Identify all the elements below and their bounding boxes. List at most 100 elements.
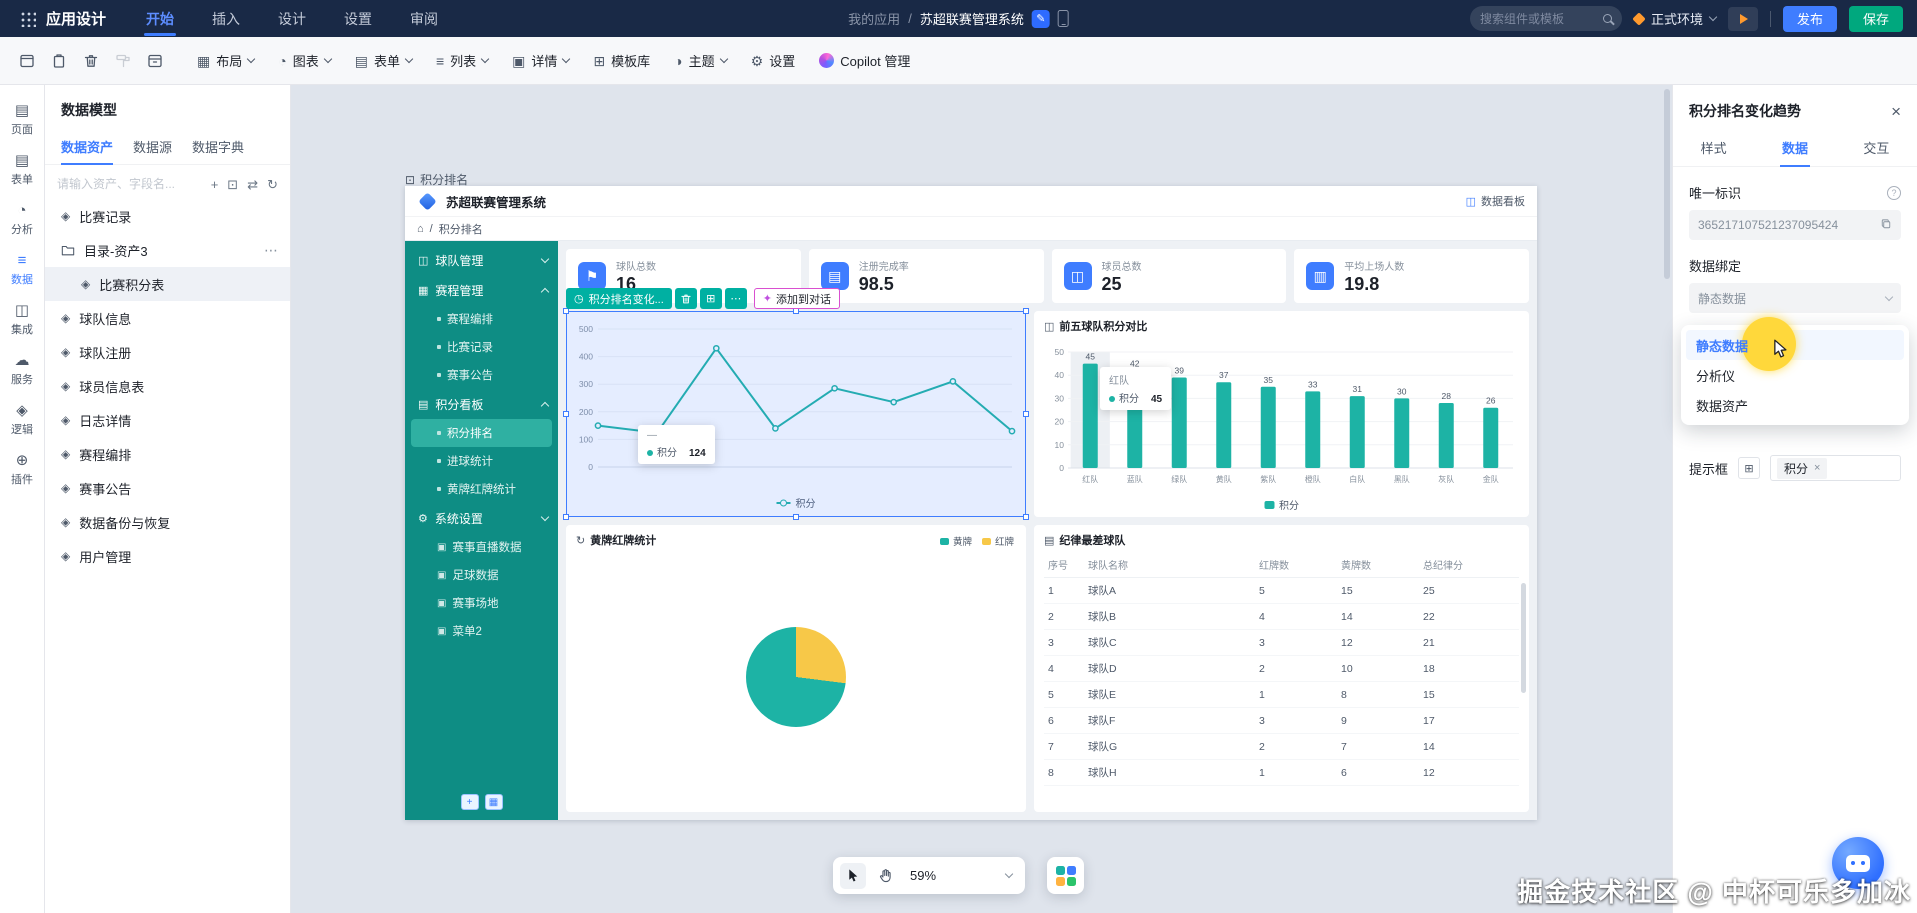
environment-selector[interactable]: 正式环境 bbox=[1634, 9, 1716, 28]
toolbar-group[interactable]: ◑主题 bbox=[663, 45, 737, 77]
resize-handle[interactable] bbox=[1023, 514, 1029, 520]
rail-item[interactable]: ▤表单 bbox=[0, 145, 44, 195]
table-row[interactable]: 3球队C31221 bbox=[1044, 630, 1519, 656]
canvas-scrollbar[interactable] bbox=[1664, 89, 1670, 279]
rail-item[interactable]: ◫集成 bbox=[0, 295, 44, 345]
pan-tool-button[interactable] bbox=[872, 863, 898, 889]
edit-app-icon[interactable]: ✎ bbox=[1032, 10, 1050, 28]
rail-item[interactable]: ⊕插件 bbox=[0, 445, 44, 495]
collection-icon[interactable]: ⊡ bbox=[227, 178, 238, 191]
my-apps-link[interactable]: 我的应用 bbox=[848, 9, 900, 28]
widget-title-pill[interactable]: ◷ 积分排名变化... bbox=[566, 288, 672, 309]
toolbar-group[interactable]: ⚙设置 bbox=[740, 45, 807, 77]
toolbar-group[interactable]: ▤表单 bbox=[344, 45, 423, 77]
table-widget[interactable]: ▤ 纪律最差球队 序号球队名称红牌数黄牌数总纪律分1球队A515252球队B41… bbox=[1034, 525, 1529, 812]
layout-toggle-button[interactable]: ▦ bbox=[485, 794, 503, 810]
add-to-chat-button[interactable]: ✦ 添加到对话 bbox=[754, 288, 840, 309]
line-chart-widget[interactable]: 0100200300400500 积分 — 积分124 bbox=[566, 311, 1026, 517]
table-row[interactable]: 1球队A51525 bbox=[1044, 578, 1519, 604]
add-icon[interactable]: + bbox=[211, 178, 219, 191]
add-page-button[interactable]: + bbox=[461, 794, 479, 810]
table-row[interactable]: 8球队H1612 bbox=[1044, 760, 1519, 786]
table-row[interactable]: 2球队B41422 bbox=[1044, 604, 1519, 630]
new-window-icon[interactable] bbox=[12, 46, 42, 76]
dash-sidebar-subitem[interactable]: ▣足球数据 bbox=[405, 561, 558, 589]
rail-item[interactable]: ≡数据 bbox=[0, 245, 44, 295]
toolbar-group[interactable]: ▦布局 bbox=[186, 45, 265, 77]
tree-item[interactable]: ◈赛程编排 bbox=[45, 437, 290, 471]
resize-handle[interactable] bbox=[563, 411, 569, 417]
home-icon[interactable]: ⌂ bbox=[417, 223, 424, 235]
save-button[interactable]: 保存 bbox=[1849, 6, 1903, 32]
unique-id-input[interactable] bbox=[1698, 218, 1874, 232]
tree-item[interactable]: ◈球队注册 bbox=[45, 335, 290, 369]
tree-item[interactable]: ◈比赛记录 bbox=[45, 199, 290, 233]
binding-select[interactable]: 静态数据 bbox=[1689, 283, 1901, 313]
widget-more-button[interactable]: ⋯ bbox=[725, 288, 747, 309]
more-icon[interactable]: ⋯ bbox=[264, 242, 278, 259]
bar-chart-legend[interactable]: 积分 bbox=[1264, 497, 1299, 512]
remove-tag-icon[interactable]: × bbox=[1814, 462, 1820, 474]
paste-icon[interactable] bbox=[44, 46, 74, 76]
table-row[interactable]: 4球队D21018 bbox=[1044, 656, 1519, 682]
refresh-icon[interactable]: ↻ bbox=[267, 178, 278, 191]
tree-item[interactable]: 目录-资产3⋯ bbox=[45, 233, 290, 267]
widget-block-button[interactable]: ⊞ bbox=[700, 288, 722, 309]
apps-grid-icon[interactable] bbox=[20, 11, 36, 27]
topbar-menu[interactable]: 设置 bbox=[342, 1, 374, 37]
tree-item[interactable]: ◈球员信息表 bbox=[45, 369, 290, 403]
dash-sidebar-subitem[interactable]: 黄牌红牌统计 bbox=[405, 475, 558, 503]
tree-item[interactable]: ◈球队信息 bbox=[45, 301, 290, 335]
topbar-menu[interactable]: 设计 bbox=[276, 1, 308, 37]
dash-sidebar-subitem[interactable]: ▣菜单2 bbox=[405, 617, 558, 645]
toolbar-group[interactable]: ⊞模板库 bbox=[582, 45, 661, 77]
select-tool-button[interactable] bbox=[840, 863, 866, 889]
left-panel-tab[interactable]: 数据源 bbox=[133, 129, 172, 164]
left-panel-tab[interactable]: 数据字典 bbox=[192, 129, 244, 164]
tree-item[interactable]: ◈赛事公告 bbox=[45, 471, 290, 505]
toolbar-group[interactable]: Copilot 管理 bbox=[808, 45, 921, 77]
left-panel-tab[interactable]: 数据资产 bbox=[61, 129, 113, 164]
dash-sidebar-item[interactable]: ▦赛程管理 bbox=[405, 275, 558, 305]
topbar-menu[interactable]: 审阅 bbox=[408, 1, 440, 37]
asset-search-input[interactable] bbox=[57, 177, 202, 191]
dash-sidebar-subitem[interactable]: 进球统计 bbox=[405, 447, 558, 475]
data-kanban-link[interactable]: ◫ 数据看板 bbox=[1466, 193, 1525, 209]
resize-handle[interactable] bbox=[1023, 308, 1029, 314]
dash-sidebar-item[interactable]: ◫球队管理 bbox=[405, 245, 558, 275]
delete-widget-button[interactable] bbox=[675, 288, 697, 309]
topbar-menu[interactable]: 开始 bbox=[144, 1, 176, 37]
archive-icon[interactable] bbox=[140, 46, 170, 76]
tree-item[interactable]: ◈日志详情 bbox=[45, 403, 290, 437]
bar-chart-widget[interactable]: ◫ 前五球队积分对比 0102030405045红队42蓝队39绿队37黄队35… bbox=[1034, 311, 1529, 517]
dash-sidebar-subitem[interactable]: ▣赛事直播数据 bbox=[405, 533, 558, 561]
dash-sidebar-subitem[interactable]: 比赛记录 bbox=[405, 333, 558, 361]
dash-sidebar-subitem[interactable]: ▣赛事场地 bbox=[405, 589, 558, 617]
rail-item[interactable]: ☁服务 bbox=[0, 345, 44, 395]
dropdown-option[interactable]: 分析仪 bbox=[1686, 360, 1904, 390]
format-painter-icon[interactable] bbox=[108, 46, 138, 76]
table-row[interactable]: 7球队G2714 bbox=[1044, 734, 1519, 760]
settings-tab[interactable]: 交互 bbox=[1836, 129, 1917, 166]
legend-item[interactable]: 红牌 bbox=[982, 534, 1014, 548]
dash-sidebar-subitem[interactable]: 积分排名 bbox=[411, 419, 552, 447]
pie-chart-legend[interactable]: 黄牌红牌 bbox=[940, 534, 1014, 548]
resize-handle[interactable] bbox=[1023, 411, 1029, 417]
hint-field-icon[interactable]: ⊞ bbox=[1738, 457, 1760, 479]
resize-handle[interactable] bbox=[563, 514, 569, 520]
zoom-select[interactable]: 59% bbox=[904, 868, 1018, 883]
resize-handle[interactable] bbox=[793, 514, 799, 520]
rail-item[interactable]: ◈逻辑 bbox=[0, 395, 44, 445]
dash-sidebar-item[interactable]: ⚙系统设置 bbox=[405, 503, 558, 533]
close-icon[interactable]: × bbox=[1891, 103, 1901, 120]
dropdown-option[interactable]: 数据资产 bbox=[1686, 390, 1904, 420]
search-input[interactable] bbox=[1480, 12, 1597, 26]
toolbar-group[interactable]: ≡列表 bbox=[425, 45, 499, 77]
copy-icon[interactable] bbox=[1880, 218, 1892, 233]
transfer-icon[interactable]: ⇄ bbox=[247, 178, 258, 191]
preview-run-button[interactable] bbox=[1728, 7, 1758, 31]
dash-sidebar-subitem[interactable]: 赛程编排 bbox=[405, 305, 558, 333]
topbar-menu[interactable]: 插入 bbox=[210, 1, 242, 37]
toolbar-group[interactable]: ◔图表 bbox=[267, 45, 341, 77]
hint-tag-box[interactable]: 积分 × bbox=[1770, 455, 1901, 481]
